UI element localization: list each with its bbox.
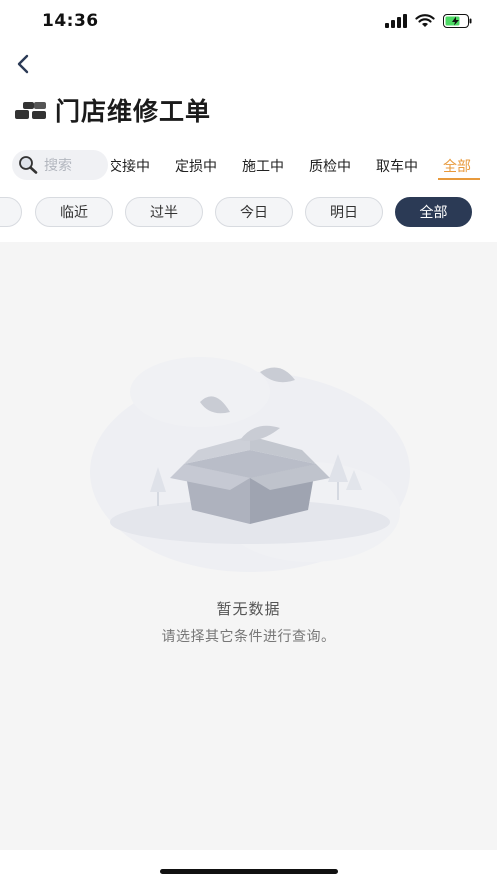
filter-chip-label: 明日 [330,205,358,221]
filter-chip-tomorrow[interactable]: 明日 [305,197,383,227]
status-icons [385,14,473,28]
empty-state-subtitle: 请选择其它条件进行查询。 [161,629,336,645]
filter-chip-today[interactable]: 今日 [215,197,293,227]
filter-chips: 临近 过半 今日 明日 全部 [0,197,497,229]
status-bar: 14:36 [0,0,497,44]
filter-chip-label: 今日 [240,205,268,221]
empty-state-title: 暂无数据 [216,600,281,618]
tab-handover[interactable]: 交接中 [111,156,150,176]
filter-chip-near[interactable]: 临近 [35,197,113,227]
empty-box-illustration [90,357,410,572]
wifi-icon [415,14,435,27]
tab-damage-assessment[interactable]: 定损中 [175,156,217,176]
tab-in-construction[interactable]: 施工中 [242,156,284,176]
filter-chip-label: 临近 [60,205,88,221]
filter-chip-label: 全部 [419,205,448,221]
content-area: 暂无数据 请选择其它条件进行查询。 [0,242,497,850]
search-icon [19,156,38,174]
search-placeholder: 搜索 [44,158,72,174]
title-row: 门店维修工单 [15,92,211,128]
battery-icon [443,14,472,28]
signal-icon [385,14,407,28]
back-button[interactable] [10,50,38,78]
status-tabs: 搜索 交接中 定损中 施工中 质检中 取车中 全部 [0,148,497,184]
tab-pickup[interactable]: 取车中 [376,156,418,176]
filter-chip-label: 过半 [150,205,178,221]
page-title: 门店维修工单 [55,97,212,126]
filter-chip-partial[interactable] [0,197,22,227]
home-indicator [160,869,338,874]
filter-chip-all[interactable]: 全部 [395,197,472,227]
filter-chip-half[interactable]: 过半 [125,197,203,227]
active-tab-indicator [438,178,480,180]
tab-all[interactable]: 全部 [443,156,471,176]
grid-blocks-icon [15,102,46,119]
chevron-left-icon [17,54,29,74]
tab-quality-check[interactable]: 质检中 [309,156,351,176]
search-input[interactable]: 搜索 [12,150,108,180]
status-time: 14:36 [42,11,99,31]
